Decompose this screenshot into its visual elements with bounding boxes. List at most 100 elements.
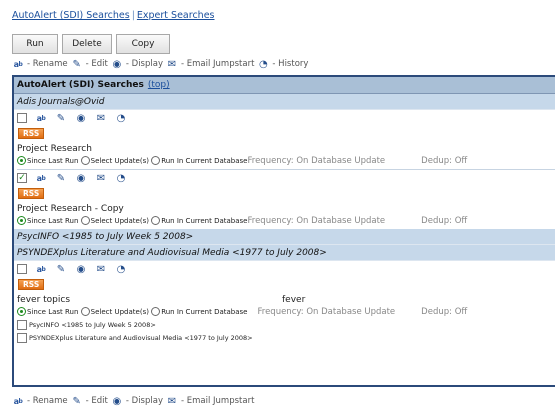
eye-icon[interactable]: ◉	[75, 112, 87, 124]
run-current-db-radio[interactable]	[151, 156, 161, 165]
database-header: Adis Journals@Ovid	[14, 94, 555, 110]
tab-separator: |	[131, 10, 135, 21]
pencil-icon: ✎	[72, 395, 81, 407]
rename-icon[interactable]: ab	[35, 112, 47, 124]
eye-icon[interactable]: ◉	[75, 172, 87, 184]
panel-header: AutoAlert (SDI) Searches (top)	[14, 77, 555, 94]
clock-icon[interactable]: ◔	[115, 263, 127, 275]
legend-display: - Display	[125, 59, 163, 69]
clock-icon[interactable]: ◔	[115, 112, 127, 124]
search-checkbox[interactable]: ✓	[17, 173, 27, 183]
database-header: PSYNDEXplus Literature and Audiovisual M…	[14, 245, 555, 261]
pencil-icon[interactable]: ✎	[55, 112, 67, 124]
top-link[interactable]: (top)	[148, 80, 170, 90]
legend-email: - Email Jumpstart	[180, 59, 255, 69]
autoalert-panel: AutoAlert (SDI) Searches (top) Adis Jour…	[12, 75, 555, 387]
search-name: Project Research	[17, 144, 92, 154]
database-option-label: PSYNDEXplus Literature and Audiovisual M…	[29, 333, 253, 342]
database-name: PsycINFO <1985 to July Week 5 2008>	[17, 231, 194, 242]
database-name: Adis Journals@Ovid	[17, 96, 105, 107]
search-checkbox[interactable]	[17, 264, 27, 274]
run-current-db-radio[interactable]	[151, 307, 161, 316]
pencil-icon[interactable]: ✎	[55, 263, 67, 275]
legend-edit: - Edit	[85, 396, 108, 406]
select-updates-label: Select Update(s)	[90, 156, 149, 165]
search-actions: ab ✎ ◉ ✉ ◔	[17, 110, 555, 126]
run-current-db-radio[interactable]	[151, 216, 161, 225]
database-checkbox[interactable]	[17, 332, 27, 343]
icon-legend-top: ab - Rename ✎ - Edit ◉ - Display ✉ - Email J…	[12, 58, 309, 70]
legend-rename: - Rename	[27, 59, 68, 69]
since-last-run-radio[interactable]	[17, 156, 26, 165]
email-icon: ✉	[167, 58, 177, 70]
email-icon[interactable]: ✉	[95, 112, 107, 124]
delete-button[interactable]: Delete	[62, 34, 112, 54]
run-current-db-label: Run In Current Database	[161, 307, 248, 316]
frequency-text: Frequency: On Database Update	[247, 155, 386, 166]
autoalert-searches-link[interactable]: AutoAlert (SDI) Searches	[12, 10, 130, 21]
search-query: fever	[282, 295, 306, 305]
search-name: fever topics	[17, 295, 71, 305]
rename-icon[interactable]: ab	[35, 172, 47, 184]
expert-searches-link[interactable]: Expert Searches	[137, 10, 215, 21]
database-option: PsycINFO <1985 to July Week 5 2008>	[17, 318, 555, 331]
search-item: ab ✎ ◉ ✉ ◔ RSS fever topics fever Since …	[14, 261, 555, 344]
select-updates-radio[interactable]	[80, 156, 90, 165]
database-checkbox[interactable]	[17, 319, 27, 330]
rename-icon: ab	[13, 396, 23, 406]
legend-email: - Email Jumpstart	[180, 396, 255, 406]
run-options: Since Last Run Select Update(s) Run In C…	[17, 214, 555, 227]
since-last-run-radio[interactable]	[17, 307, 26, 316]
legend-display: - Display	[125, 396, 163, 406]
run-current-db-label: Run In Current Database	[161, 156, 248, 165]
legend-edit: - Edit	[85, 59, 108, 69]
clock-icon[interactable]: ◔	[115, 172, 127, 184]
frequency-text: Frequency: On Database Update	[247, 215, 386, 226]
dedup-text: Dedup: Off	[421, 306, 468, 317]
eye-icon: ◉	[112, 58, 122, 70]
pencil-icon[interactable]: ✎	[55, 172, 67, 184]
tabs: AutoAlert (SDI) Searches | Expert Searches	[12, 10, 215, 21]
database-option: PSYNDEXplus Literature and Audiovisual M…	[17, 331, 555, 344]
search-checkbox[interactable]	[17, 113, 27, 123]
search-name-row: fever topics fever	[17, 291, 555, 305]
email-icon: ✉	[167, 395, 177, 407]
legend-history: - History	[272, 59, 309, 69]
search-item: ✓ ab ✎ ◉ ✉ ◔ RSS Project Research - Copy…	[14, 170, 555, 227]
email-icon[interactable]: ✉	[95, 263, 107, 275]
toolbar: Run Delete Copy	[12, 34, 170, 54]
clock-icon: ◔	[259, 58, 268, 70]
legend-rename: - Rename	[27, 396, 68, 406]
dedup-text: Dedup: Off	[421, 215, 468, 226]
rss-button[interactable]: RSS	[18, 127, 45, 139]
since-last-run-label: Since Last Run	[27, 307, 79, 316]
rss-button[interactable]: RSS	[18, 187, 45, 199]
select-updates-radio[interactable]	[80, 216, 90, 225]
copy-button[interactable]: Copy	[116, 34, 170, 54]
database-name: PSYNDEXplus Literature and Audiovisual M…	[17, 247, 327, 258]
since-last-run-radio[interactable]	[17, 216, 26, 225]
since-last-run-label: Since Last Run	[27, 156, 79, 165]
search-actions: ✓ ab ✎ ◉ ✉ ◔	[17, 170, 555, 186]
pencil-icon: ✎	[72, 58, 81, 70]
rename-icon: ab	[13, 59, 23, 69]
rename-icon[interactable]: ab	[35, 263, 47, 275]
run-options: Since Last Run Select Update(s) Run In C…	[17, 154, 555, 167]
rss-button[interactable]: RSS	[18, 278, 45, 290]
dedup-text: Dedup: Off	[421, 155, 468, 166]
database-option-label: PsycINFO <1985 to July Week 5 2008>	[29, 320, 156, 329]
run-button[interactable]: Run	[12, 34, 58, 54]
run-options: Since Last Run Select Update(s) Run In C…	[17, 305, 555, 318]
email-icon[interactable]: ✉	[95, 172, 107, 184]
search-actions: ab ✎ ◉ ✉ ◔	[17, 261, 555, 277]
select-updates-radio[interactable]	[80, 307, 90, 316]
select-updates-label: Select Update(s)	[90, 307, 149, 316]
search-name: Project Research - Copy	[17, 204, 124, 214]
run-current-db-label: Run In Current Database	[161, 216, 248, 225]
search-item: ab ✎ ◉ ✉ ◔ RSS Project Research Since La…	[14, 110, 555, 170]
eye-icon: ◉	[112, 395, 122, 407]
database-header: PsycINFO <1985 to July Week 5 2008>	[14, 229, 555, 245]
eye-icon[interactable]: ◉	[75, 263, 87, 275]
frequency-text: Frequency: On Database Update	[257, 306, 396, 317]
select-updates-label: Select Update(s)	[90, 216, 149, 225]
